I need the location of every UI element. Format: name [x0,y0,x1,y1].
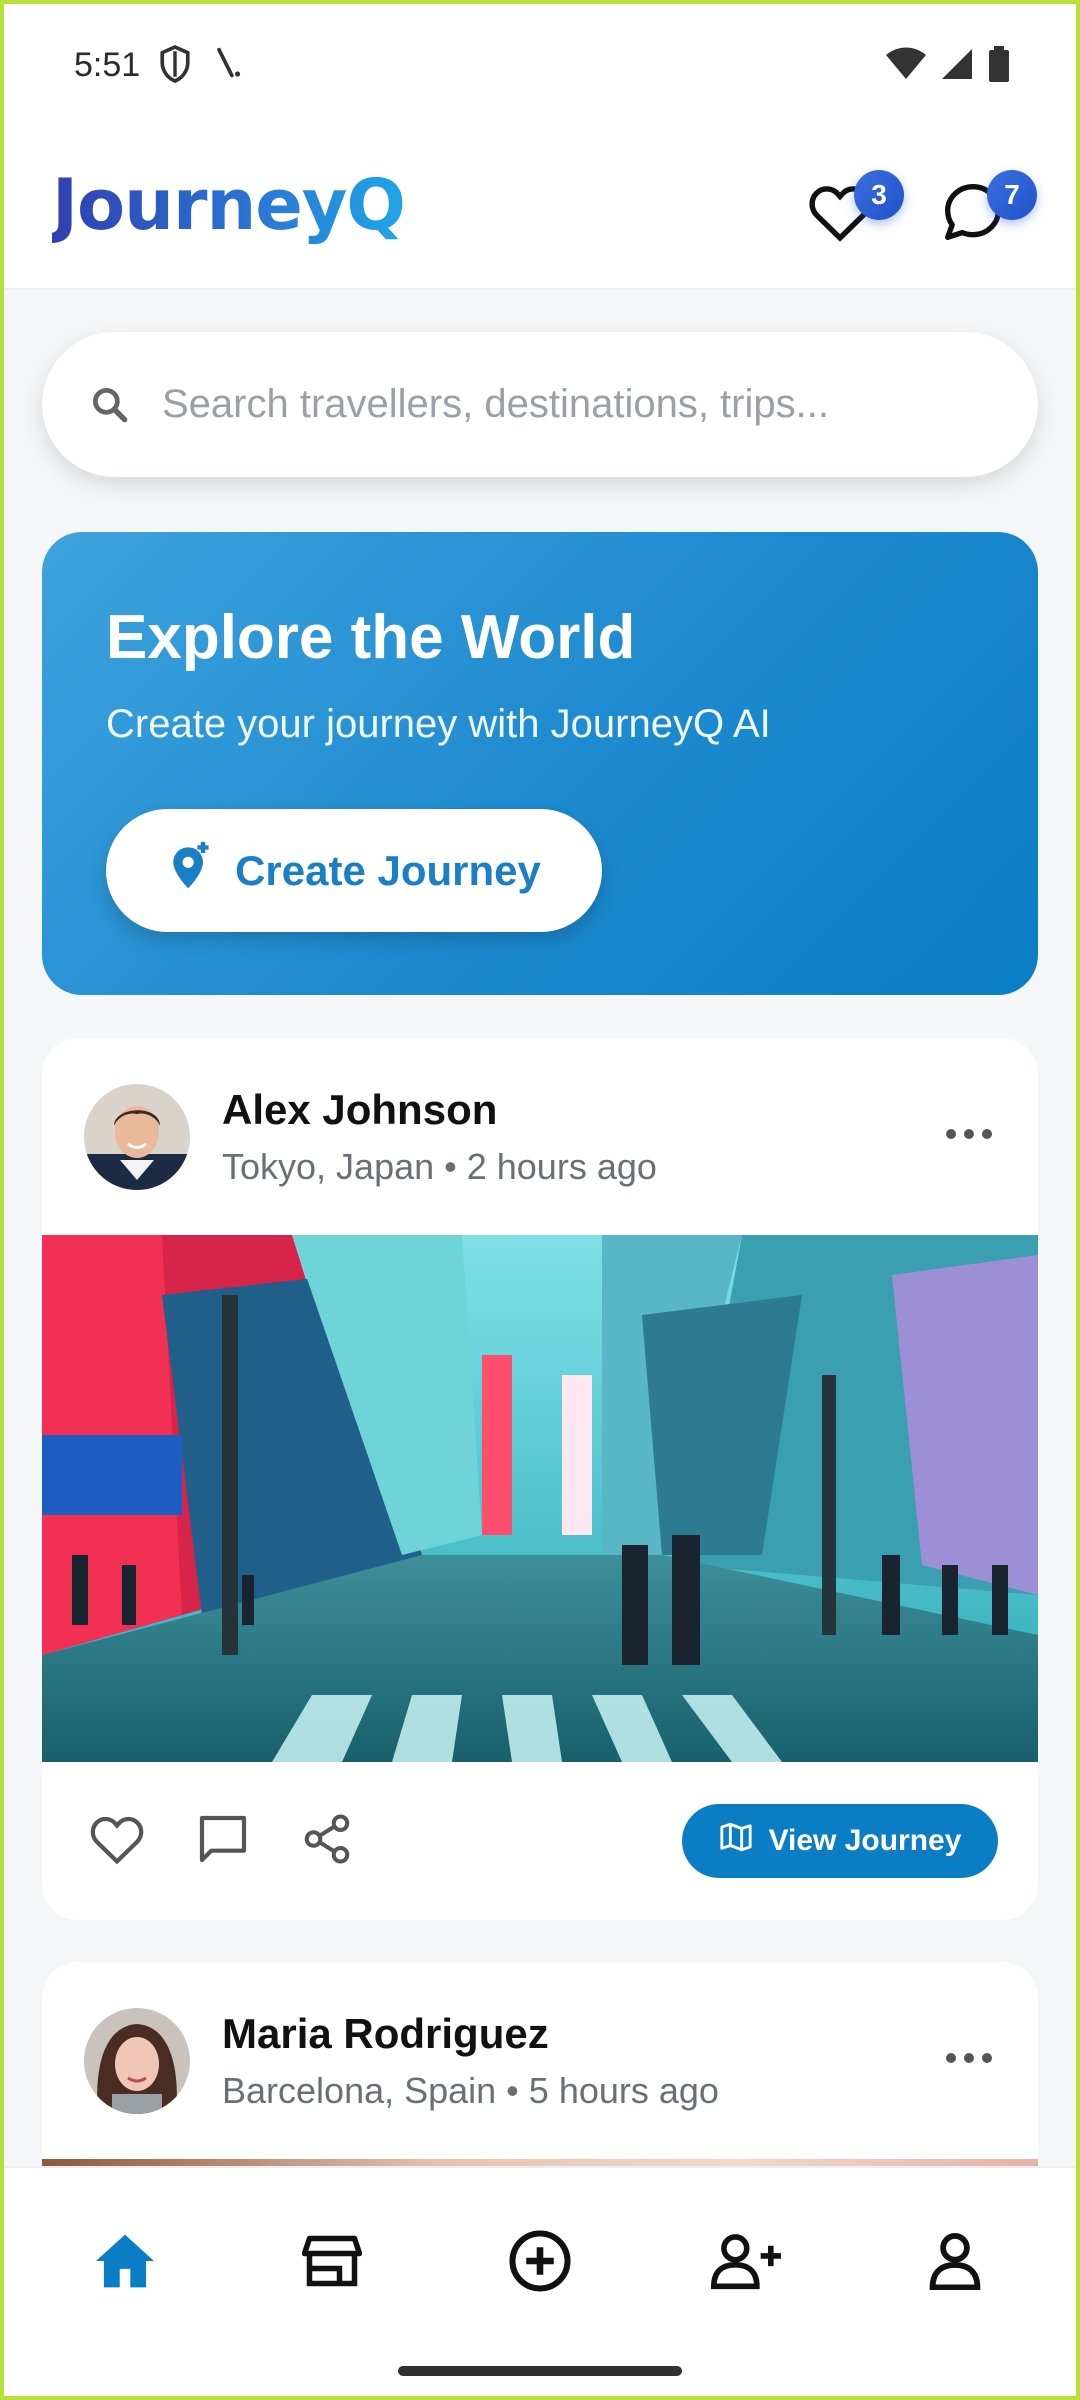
home-icon [93,2232,157,2295]
hero-subtitle: Create your journey with JourneyQ AI [106,702,771,746]
messages-button[interactable]: 7 [933,170,1037,254]
map-icon [719,1821,753,1861]
post-image[interactable] [42,1235,1038,1762]
comment-button[interactable] [188,1806,258,1876]
avatar[interactable] [84,1084,190,1190]
favorites-button[interactable]: 3 [800,170,904,254]
person-icon [928,2232,982,2295]
status-right-icons [886,46,1010,87]
share-button[interactable] [292,1806,362,1876]
avatar[interactable] [84,2008,190,2114]
search-bar[interactable] [42,332,1038,477]
add-location-icon [167,840,213,902]
view-journey-button[interactable]: View Journey [682,1804,998,1878]
post-actions: View Journey [42,1762,1038,1920]
more-horizontal-icon [945,1127,993,1145]
post-meta: Barcelona, Spain • 5 hours ago [222,2070,719,2111]
more-options-button[interactable] [936,2034,1002,2086]
signal-activity-icon [214,44,244,89]
nav-add-friend[interactable] [703,2218,793,2308]
status-left-icons [158,44,244,89]
nav-home[interactable] [80,2218,170,2308]
more-options-button[interactable] [936,1110,1002,1162]
nav-profile[interactable] [910,2218,1000,2308]
view-journey-label: View Journey [768,1824,962,1857]
more-horizontal-icon [945,2051,993,2069]
favorites-badge: 3 [854,170,904,220]
post-user-name[interactable]: Alex Johnson [222,1086,497,1134]
post-meta: Tokyo, Japan • 2 hours ago [222,1146,657,1187]
search-icon [88,383,132,427]
hero-banner: Explore the World Create your journey wi… [42,532,1038,995]
comment-icon [195,1811,251,1872]
bottom-navigation [0,2166,1080,2400]
search-input[interactable] [162,382,982,427]
store-icon [301,2233,363,2294]
messages-badge: 7 [987,170,1037,220]
nav-store[interactable] [287,2218,377,2308]
create-journey-label: Create Journey [235,846,541,894]
app-logo: JourneyQ [52,164,406,246]
battery-icon [988,46,1010,87]
person-add-icon [710,2232,786,2295]
wifi-icon [886,47,926,86]
hero-title: Explore the World [106,603,636,672]
post-user-name[interactable]: Maria Rodriguez [222,2010,549,2058]
app-header: JourneyQ 3 7 [0,130,1080,290]
nav-create[interactable] [495,2218,585,2308]
share-icon [300,1811,354,1872]
home-indicator[interactable] [398,2366,682,2376]
status-bar: 5:51 [0,0,1080,130]
add-circle-icon [507,2228,573,2299]
shield-icon [158,44,192,89]
cell-signal-icon [940,47,974,86]
create-journey-button[interactable]: Create Journey [106,809,602,932]
post-card: Alex Johnson Tokyo, Japan • 2 hours ago [42,1038,1038,1920]
status-time: 5:51 [74,46,141,84]
like-button[interactable] [82,1806,152,1876]
heart-icon [88,1813,146,1870]
